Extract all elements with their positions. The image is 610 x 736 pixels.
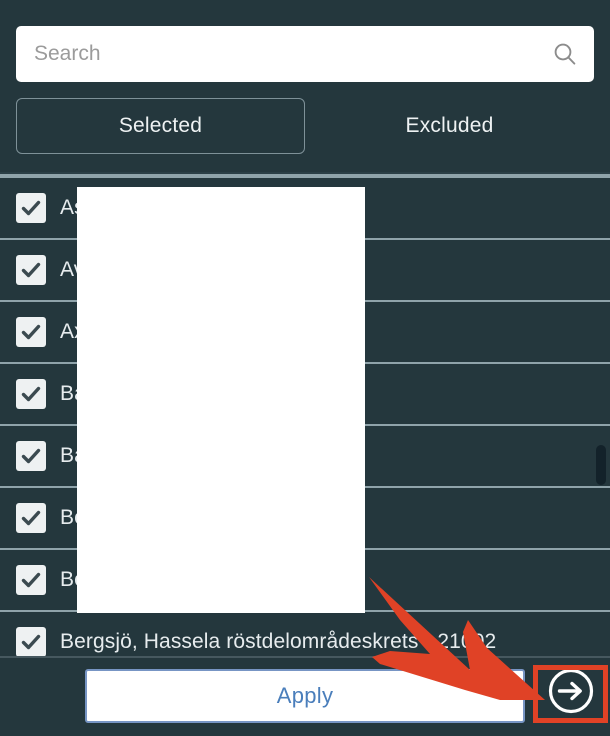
tab-excluded[interactable]: Excluded bbox=[305, 98, 594, 154]
tab-selected[interactable]: Selected bbox=[16, 98, 305, 154]
checkmark-icon[interactable] bbox=[16, 379, 46, 409]
list-item-label: Bergsjö, Hassela röstdelområdeskrets - 2… bbox=[60, 630, 497, 653]
tab-selected-label: Selected bbox=[118, 114, 203, 137]
apply-button-label: Apply bbox=[276, 683, 334, 708]
checkmark-icon[interactable] bbox=[16, 255, 46, 285]
search-input[interactable] bbox=[34, 39, 550, 69]
checkmark-icon[interactable] bbox=[16, 627, 46, 656]
search-bar[interactable] bbox=[16, 26, 594, 82]
apply-button[interactable]: Apply bbox=[85, 669, 525, 723]
action-bar: Apply bbox=[0, 656, 610, 736]
checkmark-icon[interactable] bbox=[16, 441, 46, 471]
checkmark-icon[interactable] bbox=[16, 193, 46, 223]
checkmark-icon[interactable] bbox=[16, 503, 46, 533]
vertical-scrollbar-thumb[interactable] bbox=[596, 445, 606, 485]
table-row[interactable]: Bergsjö, Hassela röstdelområdeskrets - 2… bbox=[0, 612, 610, 656]
filter-tabs: Selected Excluded bbox=[16, 98, 594, 154]
arrow-right-circle-icon[interactable] bbox=[545, 665, 597, 717]
search-icon[interactable] bbox=[550, 39, 580, 69]
checkmark-icon[interactable] bbox=[16, 317, 46, 347]
checkmark-icon[interactable] bbox=[16, 565, 46, 595]
filter-panel: Selected Excluded As… – 23047 Av… bbox=[0, 0, 610, 736]
occluding-overlay bbox=[77, 187, 365, 613]
tab-excluded-label: Excluded bbox=[405, 114, 494, 137]
